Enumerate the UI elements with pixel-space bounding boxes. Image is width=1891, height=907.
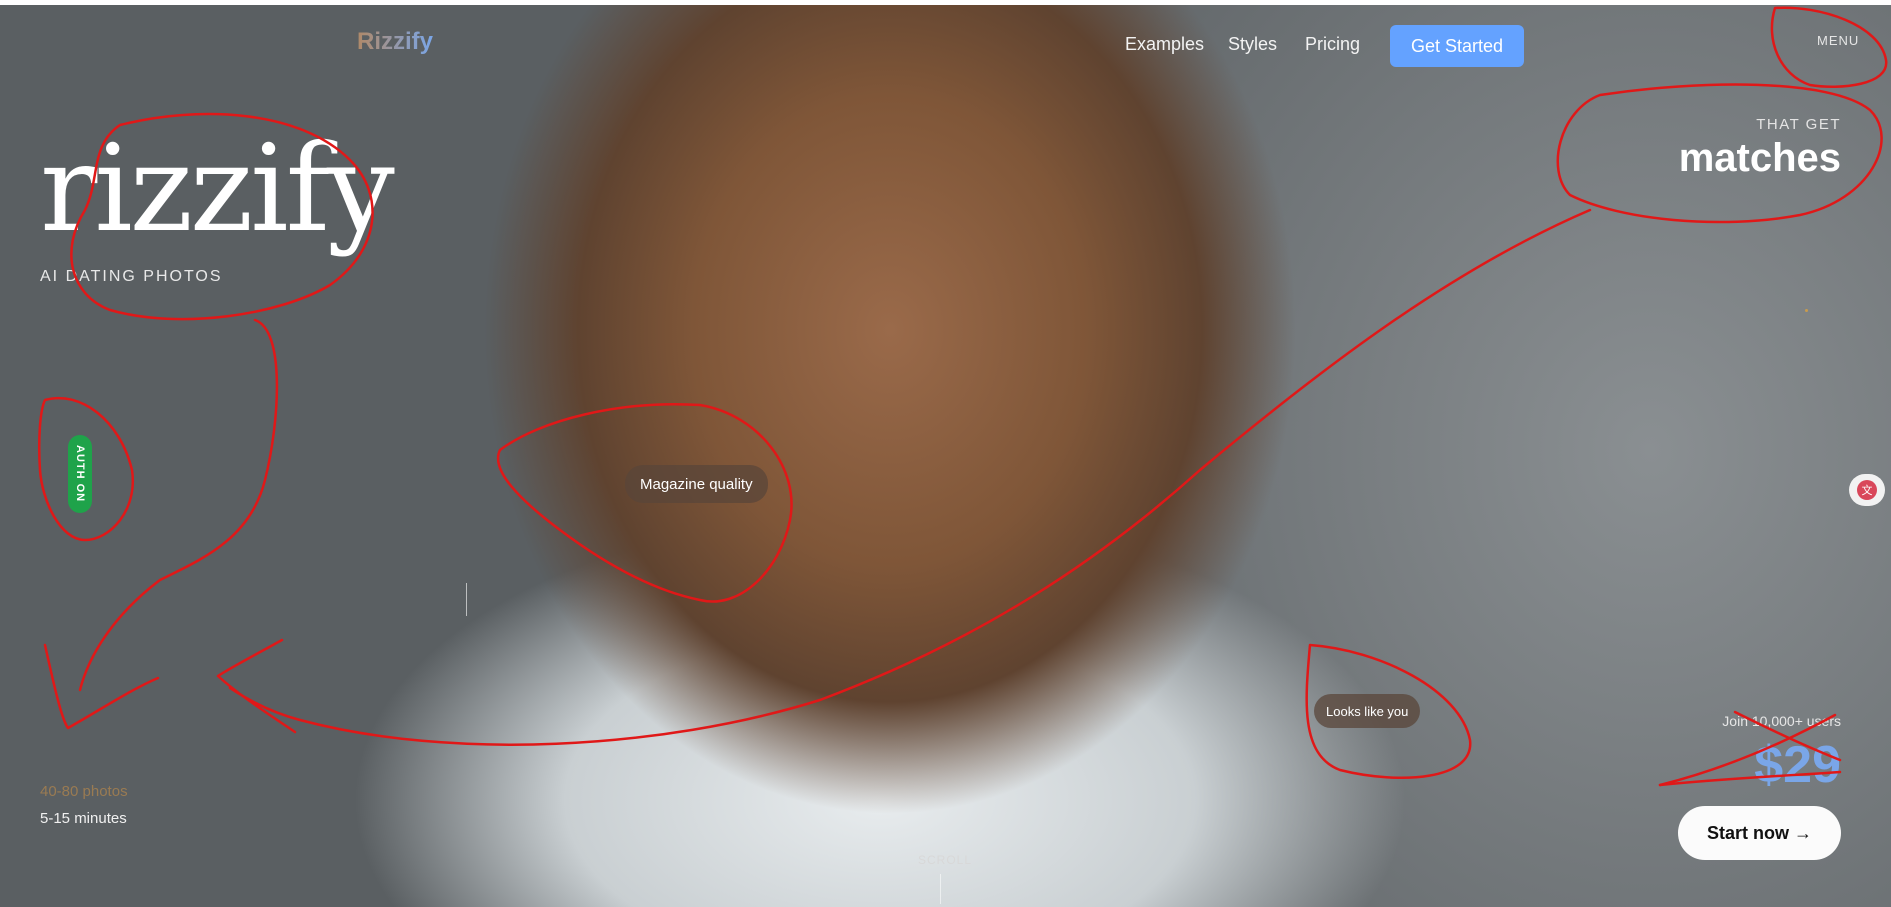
top-edge: [0, 0, 1891, 5]
feature-tag-magazine-quality: Magazine quality: [625, 465, 768, 503]
auth-status-badge: AUTH ON: [68, 435, 92, 513]
nav-styles[interactable]: Styles: [1228, 34, 1277, 55]
generation-time-text: 5-15 minutes: [40, 810, 127, 827]
get-started-button[interactable]: Get Started: [1390, 25, 1524, 67]
hero-brand-title: rizzify: [40, 120, 395, 259]
nav-pricing[interactable]: Pricing: [1305, 34, 1360, 55]
accent-dot: [1805, 309, 1808, 312]
menu-button[interactable]: MENU: [1817, 33, 1859, 48]
site-logo[interactable]: Rizzify: [357, 28, 433, 56]
scroll-indicator-label[interactable]: SCROLL: [918, 853, 972, 867]
hero-kicker: THAT GET: [1756, 116, 1841, 133]
nav-examples[interactable]: Examples: [1125, 34, 1204, 55]
scroll-indicator-line: [940, 874, 941, 904]
join-users-text: Join 10,000+ users: [1722, 713, 1841, 729]
translate-icon: 文: [1857, 480, 1877, 500]
feature-tag-looks-like-you: Looks like you: [1314, 694, 1421, 728]
start-now-button[interactable]: Start now →: [1678, 806, 1841, 860]
auth-status-label: AUTH ON: [74, 445, 86, 503]
hero-subtitle: AI DATING PHOTOS: [40, 268, 223, 285]
decorative-divider: [466, 583, 467, 616]
price-label: $29: [1754, 736, 1841, 794]
photos-count-text: 40-80 photos: [40, 783, 128, 800]
hero-headline: matches: [1678, 136, 1841, 180]
translate-widget[interactable]: 文: [1849, 474, 1885, 506]
